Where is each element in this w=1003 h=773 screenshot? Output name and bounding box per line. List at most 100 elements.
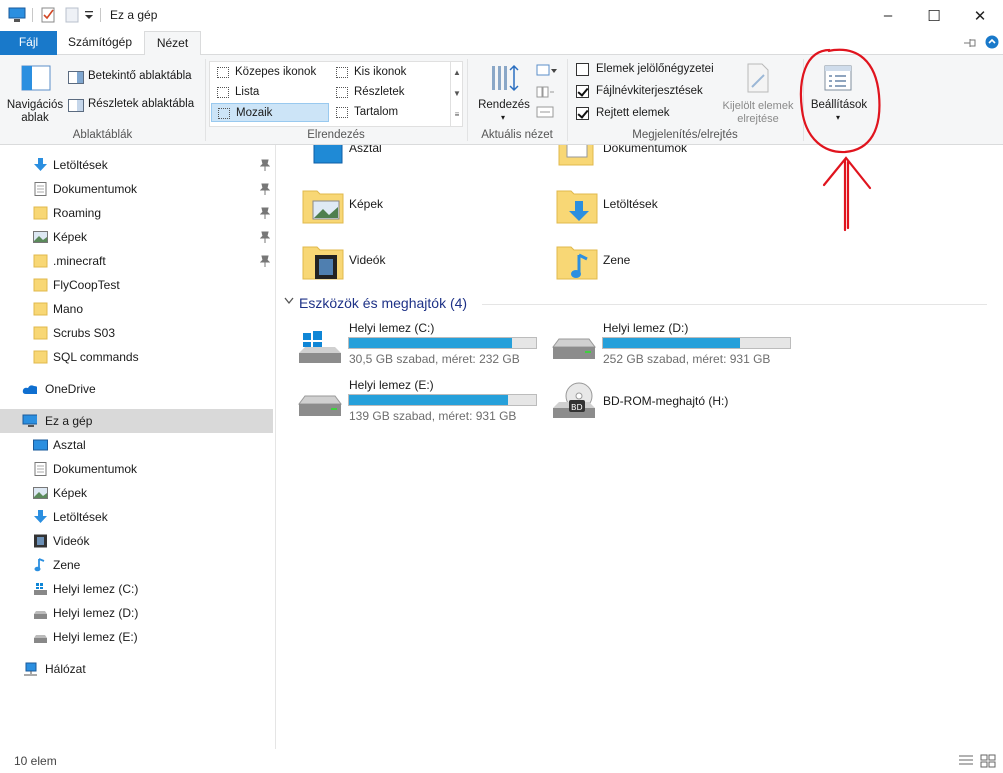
nav-item-desktop[interactable]: Asztal [0,433,273,457]
preview-pane-label: Betekintő ablaktábla [88,70,192,82]
nav-item-downloads[interactable]: Letöltések [0,153,273,177]
nav-item-drive-c[interactable]: Helyi lemez (C:) [0,577,273,601]
layout-tiles[interactable]: Mozaik [211,103,329,122]
drive-tile-e[interactable]: Helyi lemez (E:) 139 GB szabad, méret: 9… [297,378,547,426]
pin-icon[interactable] [260,159,270,171]
preview-pane-icon [68,71,84,84]
new-folder-icon[interactable] [64,7,80,23]
preview-pane-button[interactable]: Betekintő ablaktábla [68,69,198,87]
nav-item-this-pc[interactable]: Ez a gép [0,409,273,433]
nav-item-label: Asztal [53,438,86,452]
navigation-pane-icon [21,65,51,91]
folder-tile-music[interactable]: Zene [555,239,785,283]
nav-item-onedrive[interactable]: OneDrive [0,377,273,401]
file-extensions-checkbox[interactable] [576,85,589,98]
nav-item-label: Zene [53,558,81,572]
download-icon [34,510,47,523]
folder-tile-desktop[interactable]: Asztal [301,145,531,185]
file-extensions-label: Fájlnévkiterjesztések [596,85,703,97]
content-pane: Asztal Dokumentumok Képek Letöltések Vid… [277,145,1003,749]
drive-tile-c[interactable]: Helyi lemez (C:) 30,5 GB szabad, méret: … [297,321,547,369]
windows-drive-icon [34,583,47,595]
add-columns-icon[interactable] [536,85,554,99]
tiles-icon [218,108,230,119]
nav-item-music[interactable]: Zene [0,553,273,577]
nav-item-videos[interactable]: Videók [0,529,273,553]
maximize-button[interactable]: ☐ [911,0,957,31]
hide-selected-button[interactable]: Kijelölt elemek elrejtése [718,59,798,127]
nav-item-roaming[interactable]: Roaming [0,201,273,225]
desktop-folder-icon [313,145,343,164]
nav-item-sql[interactable]: SQL commands [0,345,273,369]
nav-item-label: Képek [53,486,88,500]
music-icon [34,558,45,572]
help-icon[interactable] [985,35,999,49]
size-columns-icon[interactable] [536,105,554,119]
navigation-pane-button[interactable]: Navigációs ablak [4,59,66,127]
pin-icon[interactable] [260,207,270,219]
nav-item-label: Dokumentumok [53,462,138,476]
folder-tile-videos[interactable]: Videók [301,239,531,283]
pin-icon[interactable] [260,255,270,267]
nav-item-drive-e[interactable]: Helyi lemez (E:) [0,625,273,649]
layout-content[interactable]: Tartalom [330,103,448,122]
nav-item-mano[interactable]: Mano [0,297,273,321]
content-scrollbar[interactable] [987,145,1003,749]
minimize-button[interactable]: – [865,0,911,31]
layout-gallery: Közepes ikonok Kis ikonok Lista Részlete… [209,61,463,127]
pin-ribbon-icon[interactable] [963,37,977,49]
chevron-down-icon[interactable] [284,297,294,305]
nav-item-network[interactable]: Hálózat [0,657,273,681]
computer-icon[interactable] [8,7,26,23]
hidden-items-checkbox[interactable] [576,107,589,120]
options-button[interactable]: Beállítások ▾ [806,59,872,127]
large-icons-view-icon[interactable] [980,754,996,768]
nav-item-drive-d[interactable]: Helyi lemez (D:) [0,601,273,625]
tab-view[interactable]: Nézet [144,31,201,56]
drive-tile-bd[interactable]: BD BD-ROM-meghajtó (H:) [551,378,801,426]
nav-item-scrubs[interactable]: Scrubs S03 [0,321,273,345]
folder-icon [33,350,48,364]
customize-toolbar-icon[interactable] [84,7,94,23]
pin-icon[interactable] [260,183,270,195]
video-icon [34,534,47,548]
details-view-icon[interactable] [958,754,974,768]
folder-tile-downloads[interactable]: Letöltések [555,183,785,227]
nav-item-pc-documents[interactable]: Dokumentumok [0,457,273,481]
layout-medium-icons[interactable]: Közepes ikonok [211,63,329,82]
group-by-icon[interactable] [536,63,558,77]
folder-tile-documents[interactable]: Dokumentumok [555,145,785,185]
nav-item-documents[interactable]: Dokumentumok [0,177,273,201]
item-checkboxes-toggle[interactable]: Elemek jelölőnégyzetei [576,62,726,78]
nav-item-label: OneDrive [45,382,96,396]
drive-name: Helyi lemez (D:) [603,321,689,335]
nav-item-pc-pictures[interactable]: Képek [0,481,273,505]
item-count: 10 elem [14,754,57,768]
folder-tile-pictures[interactable]: Képek [301,183,531,227]
item-checkboxes-checkbox[interactable] [576,63,589,76]
nav-item-pc-downloads[interactable]: Letöltések [0,505,273,529]
tab-file[interactable]: Fájl [0,31,57,55]
gallery-scroll[interactable]: ▲ ▼ ≡ [450,62,463,126]
drive-tile-d[interactable]: Helyi lemez (D:) 252 GB szabad, méret: 9… [551,321,801,369]
sort-by-button[interactable]: Rendezés ▾ [474,59,534,127]
drive-icon [34,611,47,619]
hidden-items-toggle[interactable]: Rejtett elemek [576,106,726,122]
nav-item-label: Dokumentumok [53,182,138,196]
close-button[interactable]: ✕ [957,0,1003,31]
options-label: Beállítások [810,99,868,111]
nav-item-flycooptest[interactable]: FlyCoopTest [0,273,273,297]
folder-tile-label: Dokumentumok [603,145,688,155]
layout-details[interactable]: Részletek [330,83,448,102]
details-pane-button[interactable]: Részletek ablaktábla [68,97,198,115]
layout-list[interactable]: Lista [211,83,329,102]
devices-section-header[interactable]: Eszközök és meghajtók (4) [299,295,467,311]
properties-icon[interactable] [40,7,56,23]
tab-computer[interactable]: Számítógép [57,31,143,55]
nav-item-pictures[interactable]: Képek [0,225,273,249]
nav-item-minecraft[interactable]: .minecraft [0,249,273,273]
layout-small-icons[interactable]: Kis ikonok [330,63,448,82]
pin-icon[interactable] [260,231,270,243]
drive-info: 139 GB szabad, méret: 931 GB [349,409,517,423]
file-extensions-toggle[interactable]: Fájlnévkiterjesztések [576,84,726,100]
